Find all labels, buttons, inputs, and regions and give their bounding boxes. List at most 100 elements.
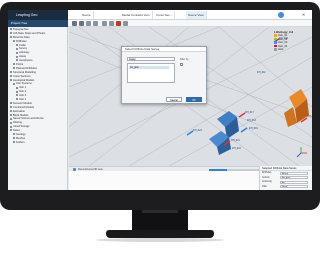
close-icon[interactable]: ✕ <box>302 12 305 18</box>
legend-swatch <box>274 48 277 51</box>
tree-item-label: Drillholes <box>16 39 27 43</box>
tree-item-label: Combined Models <box>13 105 34 109</box>
visibility-checkbox[interactable] <box>10 78 12 81</box>
tree-item-label: Planned Drillholes <box>16 66 37 70</box>
visibility-checkbox[interactable] <box>10 106 12 109</box>
pan-tool-icon[interactable] <box>79 21 84 26</box>
tree-item-label: Topographies <box>13 28 29 31</box>
visibility-checkbox[interactable] <box>10 117 12 120</box>
tree-item-label: Meshes <box>16 136 26 140</box>
visibility-checkbox[interactable] <box>10 71 12 74</box>
tree-item-label: Points <box>16 63 24 67</box>
visibility-checkbox[interactable] <box>10 28 12 31</box>
legend-swatch <box>274 41 277 44</box>
legend-label: Vein_03 <box>278 41 288 45</box>
viewport-toolbar <box>68 20 312 27</box>
visibility-checkbox[interactable] <box>13 82 15 85</box>
tree-item-label: Cloud Storage <box>13 125 30 129</box>
tree-item-label: Vein 4 <box>19 98 27 102</box>
visibility-checkbox[interactable] <box>10 121 12 124</box>
tab-model-contacts[interactable]: Model Contacts Vein <box>120 11 153 19</box>
camera-icon[interactable] <box>123 21 128 26</box>
svg-text:DH_017: DH_017 <box>245 111 254 114</box>
visibility-checkbox[interactable] <box>16 98 18 101</box>
visibility-checkbox[interactable] <box>10 36 12 39</box>
property-row: Filter None <box>260 185 312 190</box>
legend-entries: Vein_01 Vein_02 Vein_03 Vein_04 Host <box>274 34 311 52</box>
measure-tool-icon[interactable] <box>109 21 114 26</box>
visibility-checkbox[interactable] <box>13 133 15 136</box>
visibility-checkbox[interactable] <box>10 110 12 113</box>
user-avatar[interactable] <box>278 12 284 18</box>
visibility-checkbox[interactable] <box>13 39 15 42</box>
visibility-checkbox[interactable] <box>16 59 18 62</box>
record-icon[interactable] <box>116 21 121 26</box>
tab-scene-view[interactable]: Scene View <box>186 11 207 19</box>
visibility-checkbox[interactable] <box>16 51 18 54</box>
tree-item-label: Estimation <box>13 109 26 113</box>
svg-text:DH_031: DH_031 <box>307 115 312 118</box>
visibility-checkbox[interactable] <box>13 63 15 66</box>
tree-item-label: Folders <box>16 140 25 144</box>
property-value-field[interactable]: Au_ppm <box>280 176 308 180</box>
properties-panel: Selected Drillhole Data Series Drillhole… <box>259 166 312 190</box>
zoom-tool-icon[interactable] <box>93 21 98 26</box>
properties-rows: Drillholes Assay Column Au_ppm Colouring Au Fi… <box>260 171 312 189</box>
visibility-checkbox[interactable] <box>16 43 18 46</box>
property-label: Drillholes <box>262 172 272 174</box>
visibility-checkbox[interactable] <box>16 94 18 97</box>
series-list[interactable]: Au_ppm <box>127 63 175 83</box>
ok-button[interactable]: OK <box>186 97 202 102</box>
visibility-checkbox[interactable] <box>10 125 12 128</box>
tree-item-label: Cross Sections <box>13 74 31 78</box>
visibility-checkbox[interactable] <box>16 47 18 50</box>
visibility-checkbox[interactable] <box>10 113 12 116</box>
rotate-tool-icon[interactable] <box>86 21 91 26</box>
tree-item-label: Numeric Models <box>13 101 32 105</box>
app-screen: Leapfrog Geo Scene Model Contacts Vein C… <box>8 10 312 190</box>
slice-tool-icon[interactable] <box>102 21 107 26</box>
tree-item-label: Assay <box>19 55 27 59</box>
title-bar: Leapfrog Geo Scene Model Contacts Vein C… <box>8 10 312 20</box>
tree-item-label: GIS Data, Maps and Photos <box>13 31 46 35</box>
tree-item[interactable]: Folders <box>8 141 68 145</box>
visibility-checkbox[interactable] <box>10 32 12 35</box>
tree-item-label: Notes <box>13 129 20 133</box>
series-list-selected-item[interactable]: Au_ppm <box>129 66 169 69</box>
legend-label: Host <box>278 48 284 52</box>
property-value-field[interactable]: Assay <box>280 171 308 175</box>
visibility-checkbox[interactable] <box>16 55 18 58</box>
monitor-stand-neck <box>132 210 188 232</box>
visibility-checkbox[interactable] <box>16 90 18 93</box>
svg-text:DH_021: DH_021 <box>231 139 240 142</box>
filter-checkbox[interactable] <box>180 63 183 66</box>
visibility-checkbox[interactable] <box>10 102 12 105</box>
visibility-checkbox[interactable] <box>16 86 18 89</box>
svg-text:DH_018: DH_018 <box>247 119 256 122</box>
tree-item-label: Survey <box>19 47 28 51</box>
cancel-button[interactable]: Cancel <box>166 97 182 102</box>
visibility-checkbox[interactable] <box>13 67 15 70</box>
legend-swatch <box>274 34 277 37</box>
property-value-field[interactable]: None <box>280 185 308 189</box>
svg-text:DH_022: DH_022 <box>232 147 241 150</box>
vein-solid-orange <box>284 89 309 127</box>
visibility-checkbox[interactable] <box>13 141 15 144</box>
visibility-checkbox[interactable] <box>10 129 12 132</box>
tree-item-label: Sharing <box>13 121 22 125</box>
axis-gizmo <box>296 147 307 158</box>
tab-scene[interactable]: Scene <box>80 11 94 19</box>
monitor-chin <box>0 190 320 210</box>
filter-label: Filter by <box>180 58 189 61</box>
visibility-checkbox[interactable] <box>13 137 15 140</box>
tab-cross-section[interactable]: Cross Sec... <box>154 11 176 19</box>
tree-item-label: Structural Modelling <box>13 70 36 74</box>
legend-label: Vein_01 <box>278 34 288 37</box>
select-tool-icon[interactable] <box>72 21 77 26</box>
series-dropdown[interactable]: Assay <box>127 57 175 61</box>
property-value-field[interactable]: Au <box>280 180 308 184</box>
svg-text:DH_011: DH_011 <box>257 71 266 74</box>
tree-item-label: Vein 3 <box>19 94 27 98</box>
tree-item-label: Lithology <box>19 51 30 55</box>
visibility-checkbox[interactable] <box>10 75 12 77</box>
